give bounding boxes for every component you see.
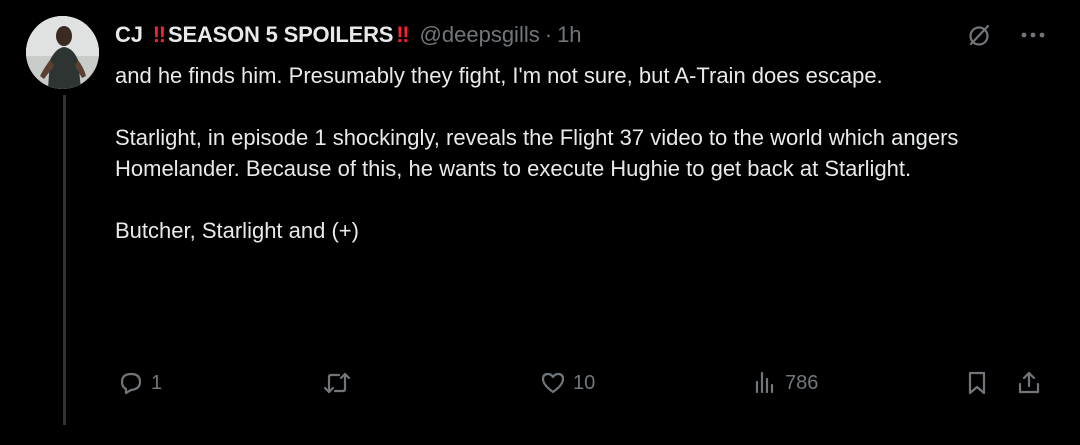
more-button[interactable]: [1016, 18, 1050, 52]
action-bar: 1 10 786: [115, 366, 1050, 400]
like-button[interactable]: 10: [539, 366, 595, 400]
avatar-photo-icon: [26, 16, 99, 89]
top-right-actions: [962, 18, 1050, 52]
share-button[interactable]: [1015, 366, 1043, 400]
views-button[interactable]: 786: [751, 366, 818, 400]
share-icon: [1018, 371, 1040, 394]
more-icon: [1021, 32, 1045, 38]
tweet-paragraph: and he finds him. Presumably they fight,…: [115, 63, 883, 88]
tweet-text: and he finds him. Presumably they fight,…: [115, 60, 1045, 246]
bookmark-button[interactable]: [964, 366, 990, 400]
thread-connector-line: [63, 95, 66, 425]
bookmark-icon: [968, 371, 986, 395]
retweet-icon: [323, 372, 351, 394]
tweet-header: CJ ‼ SEASON 5 SPOILERS ‼ @deepsgills · 1…: [115, 20, 582, 50]
retweet-button[interactable]: [322, 366, 358, 400]
avatar[interactable]: [26, 16, 99, 89]
grok-button[interactable]: [962, 18, 996, 52]
heart-icon: [541, 372, 565, 394]
slashed-circle-icon: [969, 24, 990, 46]
user-handle[interactable]: @deepsgills: [420, 22, 540, 48]
double-exclamation-emoji: ‼: [396, 22, 409, 47]
separator-dot: ·: [544, 22, 553, 47]
display-name-suffix[interactable]: SEASON 5 SPOILERS: [168, 22, 393, 48]
reply-count: 1: [151, 371, 163, 394]
views-count: 786: [785, 371, 819, 394]
views-chart-icon: [755, 371, 774, 394]
double-exclamation-emoji: ‼: [152, 22, 166, 47]
timestamp[interactable]: 1h: [557, 22, 581, 48]
reply-icon: [120, 372, 142, 395]
reply-button[interactable]: 1: [117, 366, 162, 400]
like-count: 10: [573, 371, 596, 394]
tweet-container[interactable]: CJ ‼ SEASON 5 SPOILERS ‼ @deepsgills · 1…: [0, 0, 1080, 445]
display-name[interactable]: CJ: [115, 22, 143, 48]
tweet-paragraph[interactable]: Butcher, Starlight and (+): [115, 215, 1045, 246]
tweet-paragraph: Starlight, in episode 1 shockingly, reve…: [115, 125, 959, 181]
